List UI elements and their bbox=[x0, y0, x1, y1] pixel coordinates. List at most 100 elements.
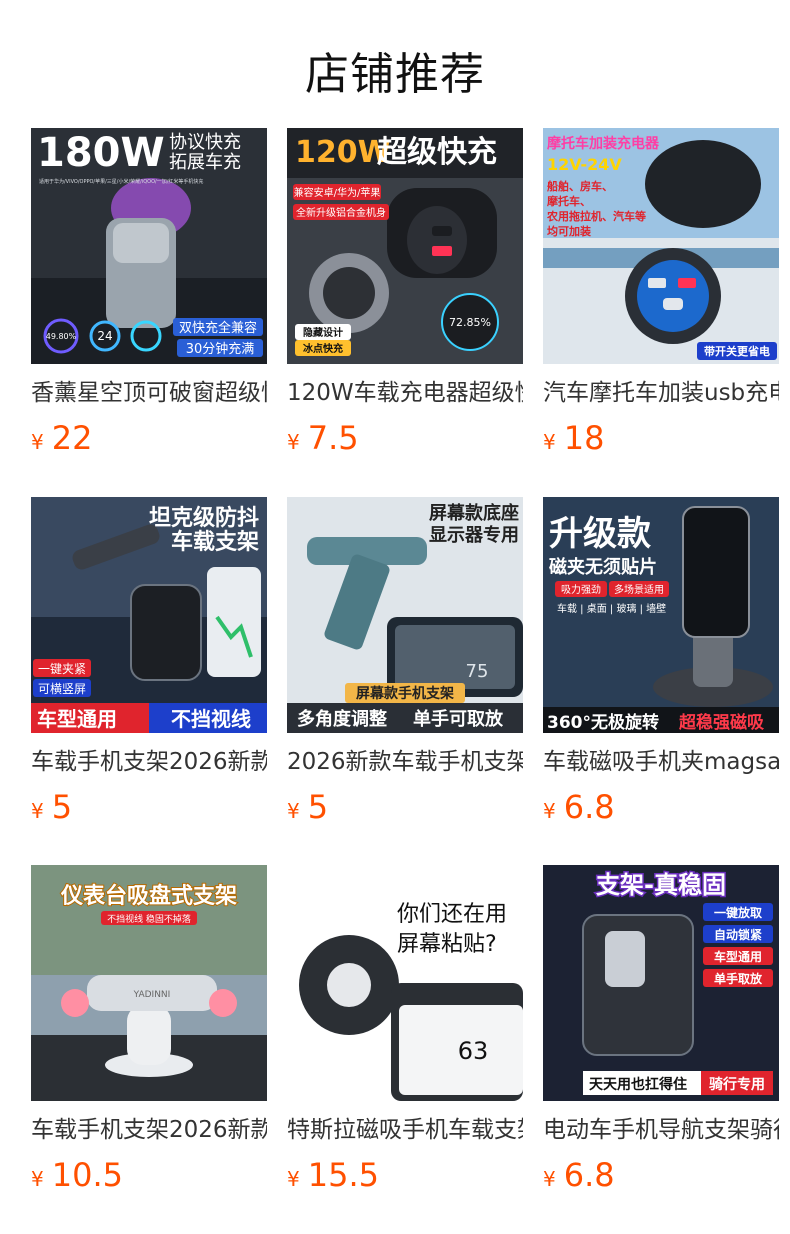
cigarette-lighter-charger-image: 120W超级快充兼容安卓/华为/苹果全新升级铝合金机身隐藏设计冰点快充72.85… bbox=[287, 128, 523, 364]
tag: 可横竖屏 bbox=[38, 682, 86, 696]
footer-text: 超稳强磁吸 bbox=[679, 712, 765, 733]
headline: 仪表台吸盘式支架 bbox=[60, 883, 237, 909]
price-amount: 15.5 bbox=[307, 1156, 379, 1194]
product-card[interactable]: 63 你们还在用屏幕粘贴? 特斯拉磁吸手机车载支架屏幕专用 ¥15.5 bbox=[287, 865, 523, 1193]
product-name[interactable]: 车载磁吸手机夹magsafe吸盘式支架 bbox=[543, 747, 779, 777]
magnetic-suction-holder-image: 升级款磁夹无须贴片吸力强劲 多场景适用车载 | 桌面 | 玻璃 | 墙壁 360°无… bbox=[543, 497, 779, 733]
store-recommendation-page: 店铺推荐 180W 协议快充 拓展车充 适用于华为/VIVO/OPPO/苹果/三星/小… bbox=[0, 0, 790, 1234]
product-image[interactable]: 180W 协议快充 拓展车充 适用于华为/VIVO/OPPO/苹果/三星/小米/荣耀/… bbox=[31, 128, 267, 364]
subline: 磁夹无须贴片 bbox=[549, 556, 657, 578]
subline: 拓展车充 bbox=[169, 152, 241, 173]
product-card[interactable]: 坦克级防抖车载支架一键夹紧可横竖屏车型通用 不挡视线车载手机支架2026新款汽车导… bbox=[31, 497, 267, 825]
product-card[interactable]: 摩托车加装充电器 12V-24V 船舶、房车、 摩托车、 农用拖拉机、汽车等 均可加装 带开… bbox=[543, 128, 779, 456]
tag: 30分钟充满 bbox=[186, 341, 255, 357]
product-image[interactable]: 120W 超级快充 兼容安卓/华为/苹果 全新升级铝合金机身 隐藏设计 冰点快充 72.85… bbox=[287, 128, 523, 364]
currency-symbol: ¥ bbox=[31, 1167, 44, 1191]
retractable-car-charger-image: 180W 协议快充拓展车充适用于华为/VIVO/OPPO/苹果/三星/小米/荣耀/… bbox=[31, 128, 267, 364]
price-amount: 5 bbox=[51, 788, 73, 826]
tag: 全新升级铝合金机身 bbox=[296, 206, 386, 219]
product-price: ¥6.8 bbox=[543, 1157, 615, 1199]
product-card[interactable]: 仪表台吸盘式支架不挡视线 稳固不掉落 YADINNI 车载手机支架2026新款仪表台… bbox=[31, 865, 267, 1193]
product-price: ¥6.8 bbox=[543, 789, 615, 831]
subline: 不挡视线 稳固不掉落 bbox=[107, 913, 191, 925]
headline: 摩托车加装充电器 bbox=[547, 135, 660, 152]
product-image[interactable]: 摩托车加装充电器 12V-24V 船舶、房车、 摩托车、 农用拖拉机、汽车等 均可加装 带开… bbox=[543, 128, 779, 364]
product-card[interactable]: 180W 协议快充 拓展车充 适用于华为/VIVO/OPPO/苹果/三星/小米/荣耀/… bbox=[31, 128, 267, 456]
tag: 吸力强劲 bbox=[561, 583, 601, 596]
tag: 车型通用 bbox=[714, 949, 762, 964]
headline: 车载支架 bbox=[171, 529, 259, 555]
price-amount: 7.5 bbox=[307, 419, 359, 457]
screen-value: 75 bbox=[466, 661, 489, 682]
feature-line: 船舶、房车、 bbox=[547, 179, 613, 193]
product-name[interactable]: 特斯拉磁吸手机车载支架屏幕专用 bbox=[287, 1115, 523, 1145]
footer-text: 单手可取放 bbox=[413, 708, 504, 730]
question: 你们还在用 bbox=[397, 902, 507, 927]
tag: 隐藏设计 bbox=[303, 326, 343, 339]
dashboard-suction-holder-image: 仪表台吸盘式支架不挡视线 稳固不掉落 YADINNI bbox=[31, 865, 267, 1101]
feature-line: 摩托车、 bbox=[547, 194, 591, 208]
headline: 坦克级防抖 bbox=[149, 505, 259, 531]
tag: 兼容安卓/华为/苹果 bbox=[294, 186, 381, 199]
tag: 带开关更省电 bbox=[704, 344, 770, 358]
screen-value: 63 bbox=[458, 1037, 489, 1065]
footer-text: 360°无极旋转 bbox=[547, 712, 659, 733]
currency-symbol: ¥ bbox=[287, 799, 300, 823]
feature-line: 均可加装 bbox=[547, 224, 591, 238]
product-image[interactable]: 75 屏幕款底座 显示器专用 屏幕款手机支架 多角度调整 单手可取放 bbox=[287, 497, 523, 733]
tag: 自动锁紧 bbox=[714, 927, 762, 942]
fine-print: 适用于华为/VIVO/OPPO/苹果/三星/小米/荣耀/iQOO/一加/红米等手… bbox=[39, 178, 203, 185]
product-price: ¥15.5 bbox=[287, 1157, 379, 1199]
tag: 单手取放 bbox=[714, 971, 763, 986]
product-name[interactable]: 电动车手机导航支架骑行外卖防震 bbox=[543, 1115, 779, 1145]
product-card[interactable]: 75 屏幕款底座 显示器专用 屏幕款手机支架 多角度调整 单手可取放 2026新款车载手机支… bbox=[287, 497, 523, 825]
tesla-magnetic-mount-image: 63 你们还在用屏幕粘贴? bbox=[287, 865, 523, 1101]
product-name[interactable]: 汽车摩托车加装usb充电器船舶房车改装插座 bbox=[543, 378, 779, 408]
product-image[interactable]: 63 你们还在用屏幕粘贴? bbox=[287, 865, 523, 1101]
price-amount: 5 bbox=[307, 788, 329, 826]
price-amount: 22 bbox=[51, 419, 93, 457]
screen-mount-holder-image: 75 屏幕款底座显示器专用屏幕款手机支架多角度调整 单手可取放 bbox=[287, 497, 523, 733]
product-image[interactable]: 坦克级防抖 车载支架 一键夹紧 可横竖屏 车型通用 不挡视线 bbox=[31, 497, 267, 733]
product-price: ¥18 bbox=[543, 420, 604, 462]
product-card[interactable]: 120W 超级快充 兼容安卓/华为/苹果 全新升级铝合金机身 隐藏设计 冰点快充 72.85… bbox=[287, 128, 523, 456]
product-name[interactable]: 120W车载充电器超级快充点烟器转换插头 bbox=[287, 378, 523, 408]
motorcycle-usb-socket-image: 摩托车加装充电器 12V-24V 船舶、房车、摩托车、农用拖拉机、汽车等均可加装带开… bbox=[543, 128, 779, 364]
tag: 一键放取 bbox=[714, 905, 762, 920]
product-name[interactable]: 车载手机支架2026新款仪表台吸盘式 bbox=[31, 1115, 267, 1145]
headline: 支架-真稳固 bbox=[596, 871, 726, 899]
tag: 双快充全兼容 bbox=[179, 320, 257, 336]
product-price: ¥5 bbox=[31, 789, 72, 831]
currency-symbol: ¥ bbox=[287, 1167, 300, 1191]
page-title: 店铺推荐 bbox=[305, 49, 485, 100]
headline: 升级款 bbox=[549, 514, 651, 554]
product-image[interactable]: 仪表台吸盘式支架 不挡视线 稳固不掉落 YADINNI bbox=[31, 865, 267, 1101]
product-name[interactable]: 香薰星空顶可破窗超级快充车载充电器 bbox=[31, 378, 267, 408]
gauge-value: 72.85% bbox=[449, 316, 491, 329]
badge: 屏幕款手机支架 bbox=[356, 685, 454, 702]
currency-symbol: ¥ bbox=[287, 430, 300, 454]
product-card[interactable]: 支架-真稳固 一键放取 自动锁紧 车型通用 单手取放 天天用也扛得住 骑行专用 电动车手机导航… bbox=[543, 865, 779, 1193]
product-price: ¥7.5 bbox=[287, 420, 359, 462]
product-name[interactable]: 车载手机支架2026新款汽车导航出风口 bbox=[31, 747, 267, 777]
price-amount: 10.5 bbox=[51, 1156, 123, 1194]
footer-text: 骑行专用 bbox=[709, 1076, 765, 1093]
currency-symbol: ¥ bbox=[543, 430, 556, 454]
product-image[interactable]: 升级款 磁夹无须贴片 吸力强劲 多场景适用 车载 | 桌面 | 玻璃 | 墙壁 360°无… bbox=[543, 497, 779, 733]
product-card[interactable]: 升级款 磁夹无须贴片 吸力强劲 多场景适用 车载 | 桌面 | 玻璃 | 墙壁 360°无… bbox=[543, 497, 779, 825]
tag: 一键夹紧 bbox=[38, 662, 86, 676]
bike-phone-holder-image: 支架-真稳固一键放取自动锁紧车型通用单手取放天天用也扛得住 骑行专用 bbox=[543, 865, 779, 1101]
currency-symbol: ¥ bbox=[543, 1167, 556, 1191]
tag: 冰点快充 bbox=[303, 342, 343, 355]
voltage: 12V-24V bbox=[547, 155, 622, 174]
product-price: ¥10.5 bbox=[31, 1157, 123, 1199]
question: 屏幕粘贴? bbox=[397, 932, 497, 957]
gauge-value: 24 bbox=[97, 329, 112, 343]
currency-symbol: ¥ bbox=[31, 799, 44, 823]
product-name[interactable]: 2026新款车载手机支架屏幕款底座显示器专用 bbox=[287, 747, 523, 777]
footer-text: 不挡视线 bbox=[171, 707, 251, 731]
footer-text: 多角度调整 bbox=[297, 708, 387, 730]
product-image[interactable]: 支架-真稳固 一键放取 自动锁紧 车型通用 单手取放 天天用也扛得住 骑行专用 bbox=[543, 865, 779, 1101]
product-price: ¥5 bbox=[287, 789, 328, 831]
car-phone-holder-image: 坦克级防抖车载支架一键夹紧可横竖屏车型通用 不挡视线 bbox=[31, 497, 267, 733]
